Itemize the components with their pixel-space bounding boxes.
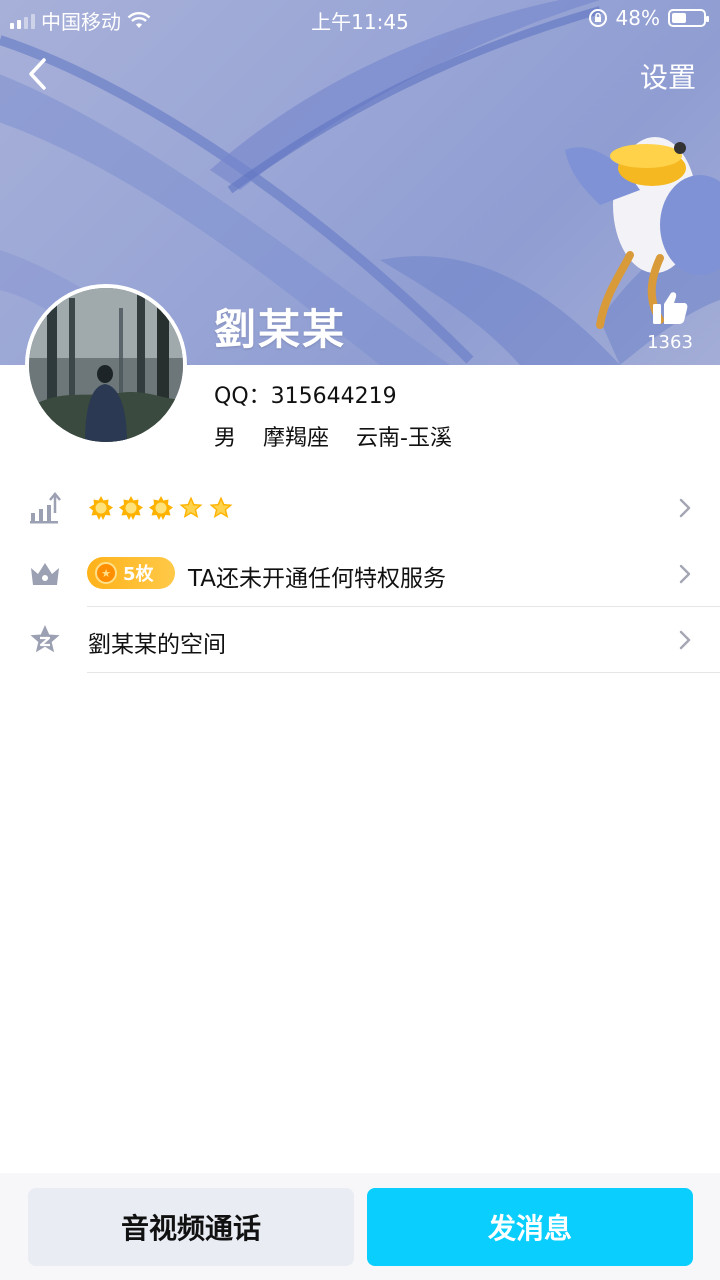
rotation-lock-icon	[588, 9, 607, 27]
bottom-action-bar: 音视频通话 发消息	[0, 1173, 720, 1280]
coin-icon: ★	[95, 562, 117, 584]
like-button[interactable]: 1363	[644, 290, 696, 353]
sun-icon	[119, 496, 143, 520]
divider	[87, 672, 720, 673]
privilege-text: TA还未开通任何特权服务	[188, 566, 446, 592]
qzone-star-icon	[30, 625, 60, 653]
status-bar: 中国移动 上午11:45 48%	[0, 0, 720, 36]
level-chart-icon	[30, 492, 61, 524]
avatar-photo	[29, 288, 183, 442]
sun-icon	[89, 496, 113, 520]
battery-percent: 48%	[615, 6, 660, 30]
avatar[interactable]	[25, 284, 187, 446]
coin-badge-label: 5枚	[123, 564, 154, 585]
thumbs-up-icon	[653, 292, 688, 324]
crown-icon	[31, 563, 59, 585]
gender: 男	[214, 426, 237, 451]
qzone-row[interactable]: 劉某某的空间	[0, 607, 720, 673]
profile-name: 劉某某	[214, 305, 347, 354]
back-button[interactable]	[22, 54, 58, 94]
location: 云南-玉溪	[356, 426, 452, 451]
chevron-right-icon	[679, 564, 691, 584]
star-icon	[209, 496, 233, 518]
settings-button[interactable]: 设置	[640, 56, 696, 96]
coin-badge: ★ 5枚	[87, 557, 175, 589]
qzone-link: 劉某某的空间	[88, 632, 226, 658]
star-icon	[179, 496, 203, 518]
chevron-right-icon	[679, 630, 691, 650]
status-right: 48%	[588, 6, 709, 30]
chevron-right-icon	[679, 498, 691, 518]
send-message-button[interactable]: 发消息	[367, 1188, 693, 1266]
sun-icon	[149, 496, 173, 520]
video-call-button[interactable]: 音视频通话	[28, 1188, 354, 1266]
zodiac: 摩羯座	[263, 426, 330, 451]
battery-icon	[668, 9, 709, 27]
level-row[interactable]	[0, 475, 720, 541]
profile-details: 男 摩羯座 云南-玉溪	[214, 420, 466, 452]
privilege-row[interactable]: ★ 5枚 TA还未开通任何特权服务	[0, 541, 720, 607]
like-count: 1363	[647, 332, 693, 353]
level-stars	[88, 495, 234, 521]
qq-number: QQ：315644219	[214, 384, 397, 409]
